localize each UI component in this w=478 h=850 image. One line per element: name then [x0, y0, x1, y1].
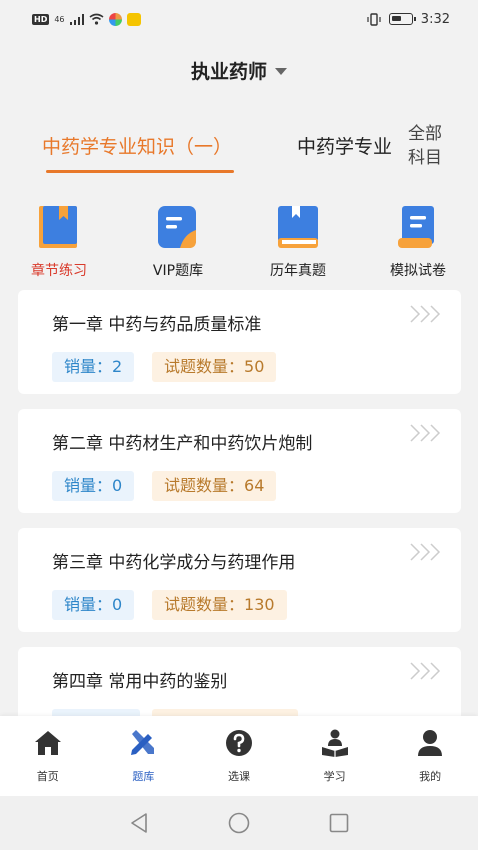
chapter-card[interactable]: 第二章 中药材生产和中药饮片炮制 销量：0 试题数量：64: [18, 409, 461, 513]
chapter-card[interactable]: 第四章 常用中药的鉴别: [18, 647, 461, 716]
chapter-title: 第三章 中药化学成分与药理作用: [52, 553, 296, 573]
nav-profile[interactable]: 我的: [382, 716, 478, 796]
chapter-list: 第一章 中药与药品质量标准 销量：2 试题数量：50 第二章 中药材生产和中药饮…: [0, 290, 478, 716]
help-circle-icon: [225, 730, 252, 756]
all-subjects-line1: 全部: [408, 124, 442, 144]
question-count-tag: 试题数量：130: [152, 590, 287, 620]
chapter-card[interactable]: 第一章 中药与药品质量标准 销量：2 试题数量：50: [18, 290, 461, 394]
sales-label: 销量：: [64, 357, 113, 376]
page-title: 执业药师: [190, 60, 267, 83]
nav-question-bank[interactable]: 题库: [96, 716, 192, 796]
count-label: 试题数量：: [164, 357, 245, 376]
study-icon: [321, 729, 348, 757]
tab-subject-1[interactable]: 中药学专业知识（一）: [42, 132, 232, 159]
count-value: 50: [244, 357, 265, 376]
category-past-exams[interactable]: 历年真题: [253, 200, 343, 280]
nav-study[interactable]: 学习: [287, 716, 383, 796]
tab-active-indicator: [46, 170, 234, 173]
category-mock-paper[interactable]: 模拟试卷: [373, 200, 463, 280]
chevrons-right-icon: [410, 305, 441, 323]
recents-icon[interactable]: [329, 813, 349, 833]
category-label: VIP题库: [152, 263, 204, 279]
category-bar: 章节练习 VIP题库 历年真题 模拟试卷: [0, 200, 478, 284]
question-count-tag: 试题数量：50: [152, 352, 277, 382]
sales-tag: 销量：0: [52, 471, 135, 501]
bottom-nav: 首页 题库 选课 学习 我的: [0, 716, 478, 796]
status-bar: HD 46 3:32: [0, 0, 478, 38]
sales-tag: 销量：2: [52, 352, 135, 382]
category-chapter-practice[interactable]: 章节练习: [14, 200, 104, 280]
battery-icon: [388, 13, 416, 25]
chevrons-right-icon: [410, 662, 441, 680]
nav-label: 题库: [132, 770, 155, 783]
sales-label: 销量：: [64, 595, 113, 614]
sales-value: 0: [112, 595, 123, 614]
signal-icon: [69, 13, 84, 25]
count-label: 试题数量：: [164, 476, 245, 495]
nav-label: 选课: [227, 770, 250, 783]
sales-tag: 销量：0: [52, 590, 135, 620]
home-circle-icon[interactable]: [228, 812, 250, 834]
nav-label: 我的: [419, 770, 442, 783]
network-type: 46: [54, 14, 65, 24]
all-subjects-line2: 科目: [408, 148, 442, 168]
profile-icon: [418, 730, 443, 756]
app-notification-icon: [108, 12, 122, 26]
subject-tabs: 中药学专业知识（一） 中药学专业 全部 科目: [0, 118, 478, 178]
app-badge-icon: [126, 12, 141, 26]
question-count-tag: 试题数量：64: [152, 471, 277, 501]
question-count-tag: [152, 709, 298, 716]
status-time: 3:32: [420, 11, 450, 27]
back-icon[interactable]: [129, 812, 149, 834]
nav-label: 首页: [36, 770, 59, 783]
count-value: 64: [244, 476, 265, 495]
nav-courses[interactable]: 选课: [191, 716, 287, 796]
nav-label: 学习: [323, 770, 346, 783]
all-subjects-button[interactable]: 全部 科目: [408, 122, 448, 170]
nav-home[interactable]: 首页: [0, 716, 96, 796]
sales-label: 销量：: [64, 476, 113, 495]
vibrate-icon: [367, 12, 381, 26]
chapter-card[interactable]: 第三章 中药化学成分与药理作用 销量：0 试题数量：130: [18, 528, 461, 632]
sales-value: 0: [112, 476, 123, 495]
mock-paper-icon: [396, 204, 440, 250]
sales-tag: [52, 709, 140, 716]
chapter-title: 第一章 中药与药品质量标准: [52, 315, 262, 335]
past-exams-icon: [276, 204, 320, 250]
count-label: 试题数量：: [164, 595, 245, 614]
system-nav-bar: [0, 796, 478, 850]
count-value: 130: [244, 595, 275, 614]
home-icon: [34, 731, 61, 755]
chapter-title: 第四章 常用中药的鉴别: [52, 672, 228, 692]
hd-badge: HD: [32, 13, 50, 25]
chevrons-right-icon: [410, 424, 441, 442]
category-label: 历年真题: [270, 263, 326, 279]
sales-value: 2: [112, 357, 123, 376]
category-label: 模拟试卷: [390, 263, 446, 279]
category-label: 章节练习: [31, 263, 87, 279]
tab-subject-2[interactable]: 中药学专业: [297, 132, 392, 159]
exam-selector[interactable]: 执业药师: [0, 52, 478, 88]
wifi-icon: [89, 13, 104, 25]
status-left: HD 46: [32, 12, 141, 26]
question-bank-icon: [131, 730, 155, 755]
chevrons-right-icon: [410, 543, 441, 561]
chapter-practice-icon: [37, 204, 81, 250]
category-vip-bank[interactable]: VIP题库: [133, 200, 223, 280]
caret-down-icon: [275, 67, 287, 75]
vip-bank-icon: [156, 204, 200, 250]
status-right: 3:32: [367, 12, 450, 27]
chapter-title: 第二章 中药材生产和中药饮片炮制: [52, 434, 313, 454]
